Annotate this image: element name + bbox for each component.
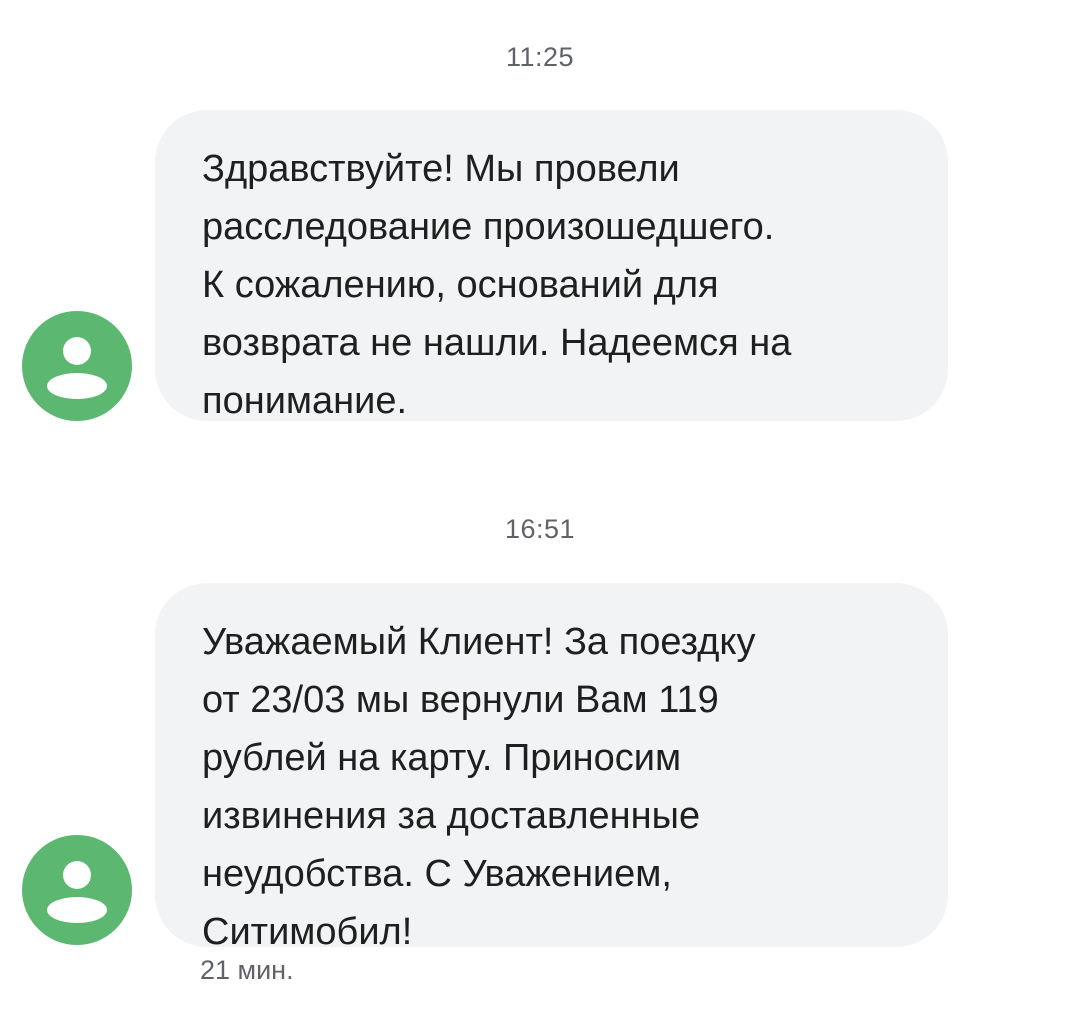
sender-avatar[interactable] bbox=[22, 835, 132, 945]
incoming-message-bubble[interactable]: Здравствуйте! Мы провели расследование п… bbox=[155, 110, 948, 422]
message-timestamp: 16:51 bbox=[504, 514, 576, 544]
incoming-message-bubble[interactable]: Уважаемый Клиент! За поездку от 23/03 мы… bbox=[155, 583, 948, 953]
message-timestamp: 11:25 bbox=[505, 42, 575, 72]
person-icon bbox=[47, 861, 107, 923]
person-icon bbox=[47, 337, 107, 399]
sender-avatar[interactable] bbox=[22, 311, 132, 421]
message-status-time: 21 мин. bbox=[200, 955, 294, 985]
